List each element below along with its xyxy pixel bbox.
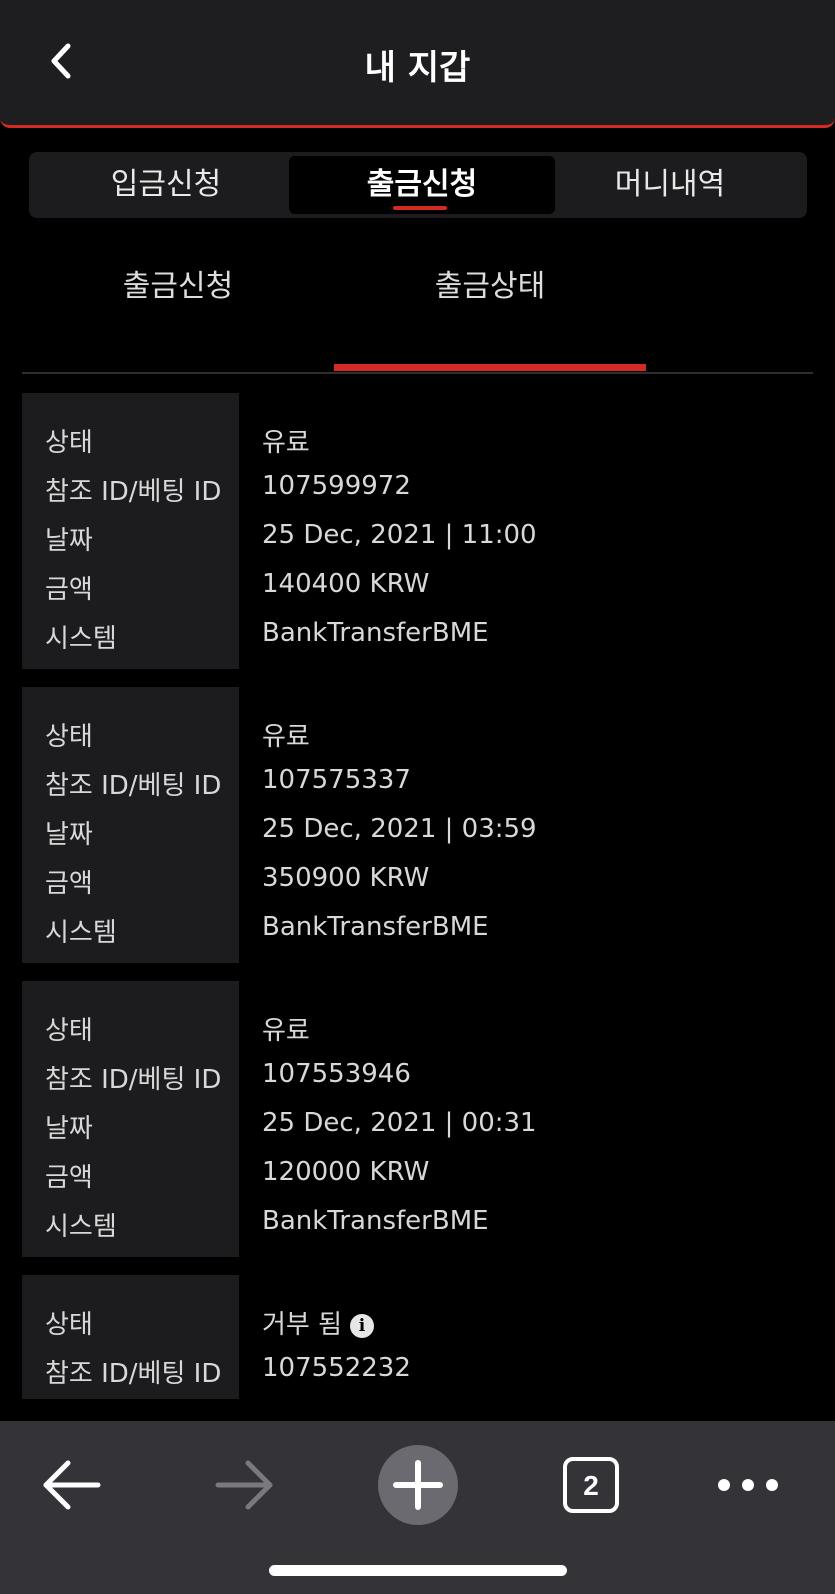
ref-value: 107599972 xyxy=(262,471,411,501)
amount-label: 금액 xyxy=(45,1163,93,1193)
status-row: 상태 유료 xyxy=(22,1010,813,1059)
status-value: 유료 xyxy=(262,722,310,752)
amount-row: 금액 140400 KRW xyxy=(22,569,813,618)
transaction-card: 상태 유료 참조 ID/베팅 ID 107575337 날짜 25 Dec, 2… xyxy=(22,687,813,963)
tab-count: 2 xyxy=(583,1470,599,1501)
arrow-right-icon xyxy=(215,1460,273,1510)
subtab-divider xyxy=(22,372,813,374)
date-row: 날짜 25 Dec, 2021 | 11:00 xyxy=(22,520,813,569)
date-value: 25 Dec, 2021 | 03:59 xyxy=(262,814,537,844)
tab-withdraw-request-label: 출금신청 xyxy=(366,167,478,202)
amount-label: 금액 xyxy=(45,575,93,605)
amount-value: 120000 KRW xyxy=(262,1157,430,1187)
tab-deposit-request[interactable]: 입금신청 xyxy=(33,156,299,214)
arrow-left-icon xyxy=(43,1460,101,1510)
amount-value: 140400 KRW xyxy=(262,569,430,599)
subtab-withdraw-request[interactable]: 출금신청 xyxy=(22,258,334,374)
status-row: 상태 유료 xyxy=(22,422,813,471)
plus-icon xyxy=(378,1445,458,1525)
active-tab-indicator xyxy=(393,206,447,210)
date-label: 날짜 xyxy=(45,820,93,850)
ref-value: 107575337 xyxy=(262,765,411,795)
system-value: BankTransferBME xyxy=(262,1206,489,1236)
ref-label: 참조 ID/베팅 ID xyxy=(45,1065,222,1095)
amount-label: 금액 xyxy=(45,869,93,899)
status-value-text: 거부 됨 xyxy=(262,1310,343,1340)
more-dots-icon xyxy=(718,1479,778,1491)
status-label: 상태 xyxy=(45,1310,93,1340)
status-label: 상태 xyxy=(45,428,93,458)
system-value: BankTransferBME xyxy=(262,618,489,648)
date-label: 날짜 xyxy=(45,1114,93,1144)
browser-toolbar: 2 xyxy=(0,1421,835,1594)
info-icon[interactable]: i xyxy=(350,1314,375,1338)
date-label: 날짜 xyxy=(45,526,93,556)
date-row: 날짜 25 Dec, 2021 | 00:31 xyxy=(22,1108,813,1157)
ref-label: 참조 ID/베팅 ID xyxy=(45,771,222,801)
status-label: 상태 xyxy=(45,722,93,752)
status-value: 유료 xyxy=(262,428,310,458)
transaction-card: 상태 거부 됨 i 참조 ID/베팅 ID 107552232 xyxy=(22,1275,813,1399)
system-label: 시스템 xyxy=(45,1212,117,1242)
amount-value: 350900 KRW xyxy=(262,863,430,893)
subtab-withdraw-status[interactable]: 출금상태 xyxy=(334,258,646,374)
wallet-segment-control: 입금신청 출금신청 머니내역 xyxy=(29,152,807,218)
more-menu-button[interactable] xyxy=(708,1445,788,1525)
ref-row: 참조 ID/베팅 ID 107552232 xyxy=(22,1353,813,1402)
system-row: 시스템 BankTransferBME xyxy=(22,912,813,961)
browser-back-button[interactable] xyxy=(32,1445,112,1525)
ref-value: 107553946 xyxy=(262,1059,411,1089)
ref-row: 참조 ID/베팅 ID 107599972 xyxy=(22,471,813,520)
system-row: 시스템 BankTransferBME xyxy=(22,1206,813,1255)
transaction-card: 상태 유료 참조 ID/베팅 ID 107599972 날짜 25 Dec, 2… xyxy=(22,393,813,669)
transaction-card: 상태 유료 참조 ID/베팅 ID 107553946 날짜 25 Dec, 2… xyxy=(22,981,813,1257)
amount-row: 금액 350900 KRW xyxy=(22,863,813,912)
ref-label: 참조 ID/베팅 ID xyxy=(45,477,222,507)
browser-forward-button[interactable] xyxy=(204,1445,284,1525)
system-label: 시스템 xyxy=(45,624,117,654)
status-label: 상태 xyxy=(45,1016,93,1046)
system-row: 시스템 BankTransferBME xyxy=(22,618,813,667)
status-value: 유료 xyxy=(262,1016,310,1046)
status-value: 거부 됨 i xyxy=(262,1304,375,1341)
ref-row: 참조 ID/베팅 ID 107553946 xyxy=(22,1059,813,1108)
subtab-active-indicator xyxy=(334,364,646,371)
ref-label: 참조 ID/베팅 ID xyxy=(45,1359,222,1389)
tab-money-history[interactable]: 머니내역 xyxy=(537,156,803,214)
page-title: 내 지갑 xyxy=(364,48,471,88)
status-row: 상태 거부 됨 i xyxy=(22,1304,813,1353)
new-tab-button[interactable] xyxy=(378,1445,458,1525)
tab-switcher-button[interactable]: 2 xyxy=(551,1445,631,1525)
ref-row: 참조 ID/베팅 ID 107575337 xyxy=(22,765,813,814)
date-row: 날짜 25 Dec, 2021 | 03:59 xyxy=(22,814,813,863)
ref-value: 107552232 xyxy=(262,1353,411,1383)
withdraw-subtabs: 출금신청 출금상태 xyxy=(22,258,813,374)
system-label: 시스템 xyxy=(45,918,117,948)
date-value: 25 Dec, 2021 | 00:31 xyxy=(262,1108,537,1138)
tabs-icon: 2 xyxy=(563,1457,619,1513)
status-row: 상태 유료 xyxy=(22,716,813,765)
amount-row: 금액 120000 KRW xyxy=(22,1157,813,1206)
system-value: BankTransferBME xyxy=(262,912,489,942)
tab-withdraw-request[interactable]: 출금신청 xyxy=(289,156,555,214)
app-header: 내 지갑 xyxy=(0,0,835,128)
home-indicator[interactable] xyxy=(269,1565,567,1576)
date-value: 25 Dec, 2021 | 11:00 xyxy=(262,520,537,550)
